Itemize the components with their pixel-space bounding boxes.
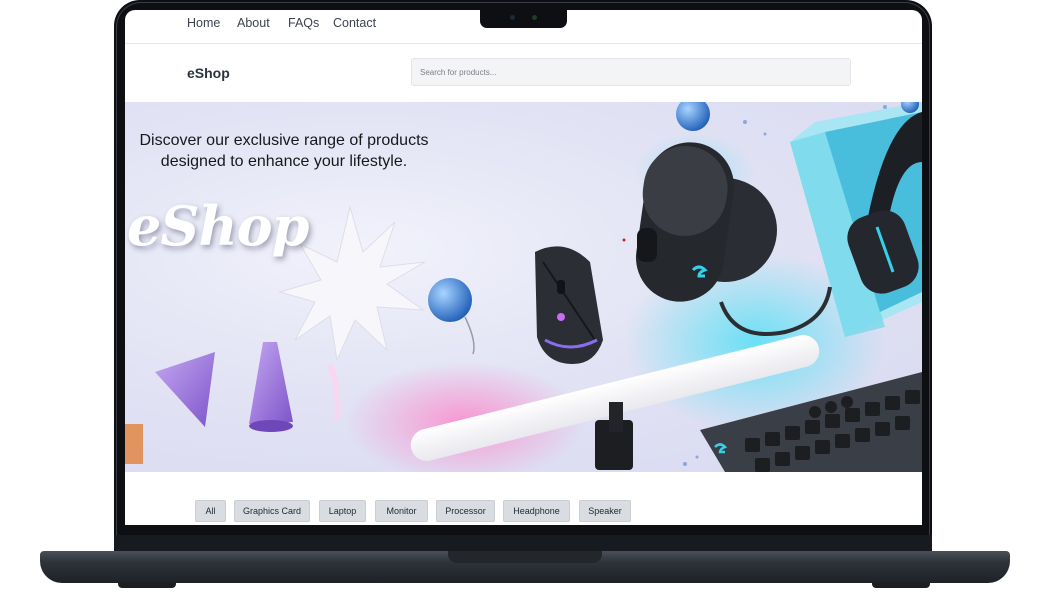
category-filter-processor[interactable]: Processor <box>436 500 495 522</box>
hero-headline-line-2: designed to enhance your lifestyle. <box>160 153 408 170</box>
category-filter-all[interactable]: All <box>195 500 226 522</box>
site-header: eShop <box>125 44 922 102</box>
ornament-ball-icon <box>428 278 475 355</box>
nav-link-home[interactable]: Home <box>187 16 220 30</box>
laptop-chin <box>114 535 932 551</box>
category-filter-graphics-card[interactable]: Graphics Card <box>234 500 310 522</box>
category-filter-speaker[interactable]: Speaker <box>579 500 631 522</box>
category-filter-headphone[interactable]: Headphone <box>503 500 570 522</box>
hero-script-logo: eShop <box>127 194 309 258</box>
nav-link-faqs[interactable]: FAQs <box>288 16 319 30</box>
camera-icon <box>510 15 515 20</box>
laptop-screen: Home About FAQs Contact eShop Search for… <box>125 10 922 525</box>
category-filter-bar: All Graphics Card Laptop Monitor Process… <box>125 472 922 525</box>
laptop-opening-lip <box>448 551 602 563</box>
brand-logo[interactable]: eShop <box>187 65 230 81</box>
hero-banner: Discover our exclusive range of products… <box>125 102 922 472</box>
category-filter-laptop[interactable]: Laptop <box>319 500 366 522</box>
laptop-foot <box>872 583 930 588</box>
search-input[interactable] <box>411 58 851 86</box>
category-filter-monitor[interactable]: Monitor <box>375 500 428 522</box>
laptop-foot <box>118 583 176 588</box>
gaming-mouse-icon <box>535 246 603 364</box>
hero-headline-line-1: Discover our exclusive range of products <box>139 132 429 149</box>
camera-notch <box>480 8 567 28</box>
camera-indicator-icon <box>532 15 537 20</box>
purple-decor-icon <box>125 342 341 464</box>
nav-link-contact[interactable]: Contact <box>333 16 376 30</box>
hero-headline: Discover our exclusive range of products… <box>125 130 443 172</box>
nav-link-about[interactable]: About <box>237 16 270 30</box>
